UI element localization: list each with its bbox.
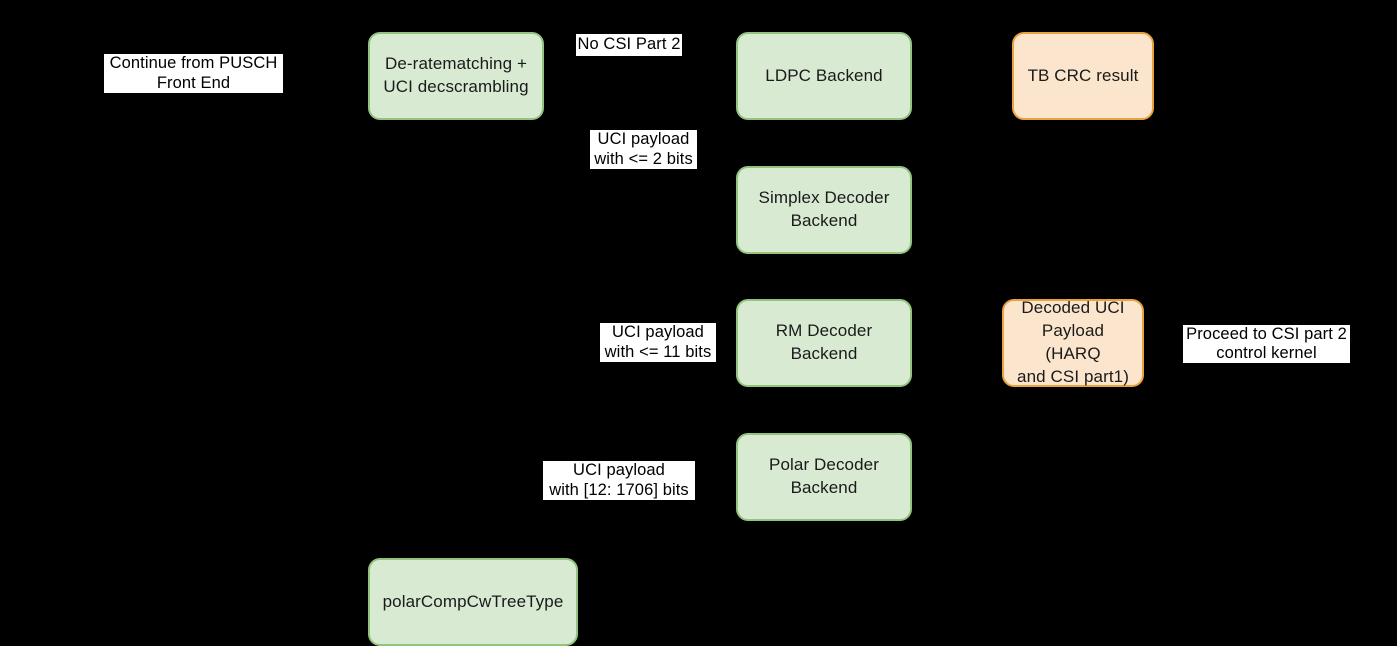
- node-label: Decoded UCI Payload (HARQ and CSI part1): [1017, 298, 1129, 386]
- node-simplex-decoder-backend[interactable]: Simplex Decoder Backend: [736, 166, 912, 254]
- node-label: Polar Decoder Backend: [769, 455, 879, 497]
- label-uci-payload-12-1706-bits: UCI payload with [12: 1706] bits: [543, 461, 695, 500]
- node-tb-crc-result[interactable]: TB CRC result: [1012, 32, 1154, 120]
- connector-simplex-to-decoded-uci: [912, 209, 1073, 211]
- label-text: UCI payload with [12: 1706] bits: [549, 461, 689, 499]
- label-text: Proceed to CSI part 2 control kernel: [1186, 324, 1347, 362]
- node-decoded-uci-payload[interactable]: Decoded UCI Payload (HARQ and CSI part1): [1002, 298, 1144, 387]
- node-polar-decoder-backend[interactable]: Polar Decoder Backend: [736, 433, 912, 521]
- label-text: UCI payload with <= 2 bits: [594, 130, 693, 168]
- node-ldpc-backend[interactable]: LDPC Backend: [736, 32, 912, 120]
- diagram-canvas: De-ratematching + UCI decscrambling LDPC …: [0, 0, 1397, 646]
- label-continue-from-pusch-front-end: Continue from PUSCH Front End: [104, 54, 283, 93]
- node-polar-comp-cw-tree-type[interactable]: polarCompCwTreeType: [368, 558, 578, 646]
- label-no-csi-part-2: No CSI Part 2: [576, 34, 682, 56]
- node-label: TB CRC result: [1027, 65, 1139, 85]
- connector-polar-tree-type-to-polar-decoder: [578, 601, 580, 603]
- label-text: No CSI Part 2: [577, 35, 681, 54]
- label-uci-payload-11-bits: UCI payload with <= 11 bits: [600, 323, 716, 362]
- node-label: RM Decoder Backend: [775, 321, 873, 363]
- node-de-ratematching[interactable]: De-ratematching + UCI decscrambling: [368, 32, 544, 120]
- node-rm-decoder-backend[interactable]: RM Decoder Backend: [736, 299, 912, 387]
- label-proceed-to-csi-part-2: Proceed to CSI part 2 control kernel: [1183, 325, 1350, 363]
- node-label: De-ratematching + UCI decscrambling: [383, 54, 529, 96]
- label-text: UCI payload with <= 11 bits: [604, 323, 712, 361]
- node-label: polarCompCwTreeType: [382, 591, 564, 611]
- connector-ldpc-to-tb-crc: [912, 75, 1012, 77]
- label-uci-payload-2-bits: UCI payload with <= 2 bits: [590, 130, 697, 169]
- label-text: Continue from PUSCH Front End: [109, 54, 278, 92]
- node-label: LDPC Backend: [765, 65, 883, 85]
- connector-front-end-to-deratematching: [283, 75, 368, 77]
- connector-polar-to-decoded-uci: [912, 476, 1073, 478]
- connector-decoded-uci-to-proceed: [1144, 342, 1183, 344]
- node-label: Simplex Decoder Backend: [758, 188, 890, 230]
- connector-rm-to-decoded-uci: [912, 342, 1002, 344]
